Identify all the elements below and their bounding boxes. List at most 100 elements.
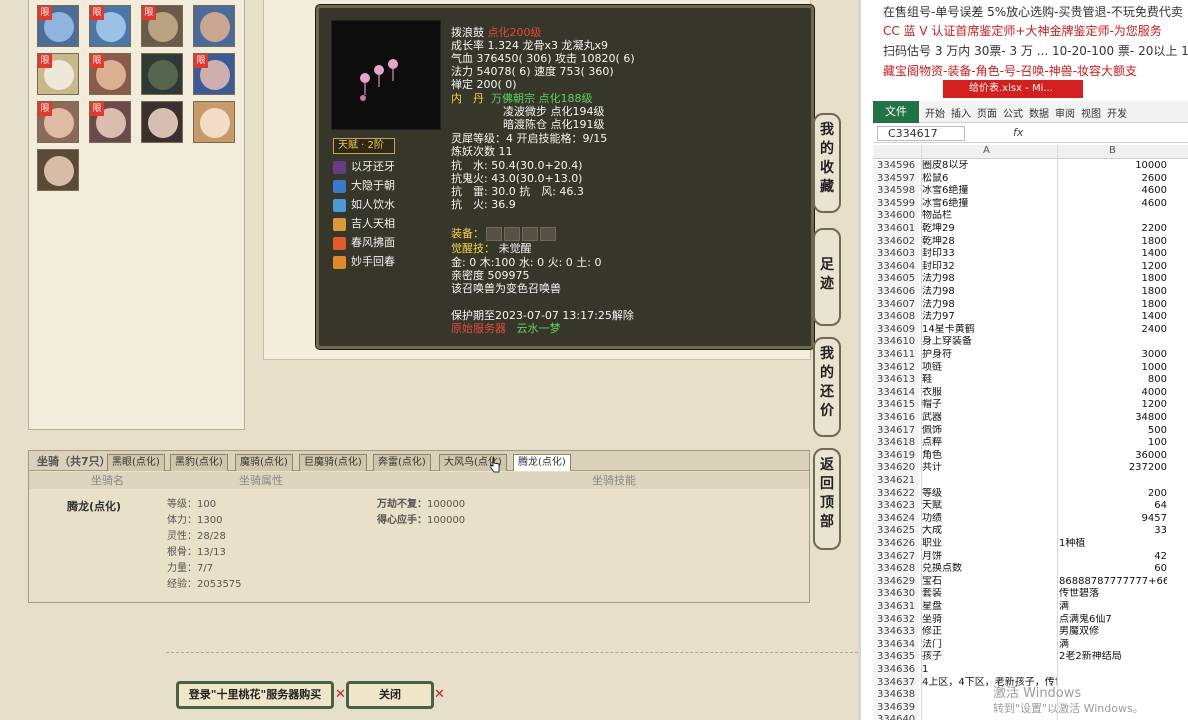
close-icon[interactable]: ✕ bbox=[434, 687, 445, 702]
close-icon[interactable]: ✕ bbox=[335, 687, 346, 702]
row-number[interactable]: 334637 bbox=[873, 676, 919, 690]
cell-a[interactable]: 武器 bbox=[922, 412, 1057, 425]
avatar[interactable] bbox=[193, 5, 235, 47]
cell-a[interactable]: 共计 bbox=[922, 462, 1057, 475]
cell-b[interactable]: 34800 bbox=[1059, 412, 1167, 425]
cell-b[interactable]: 4600 bbox=[1059, 185, 1167, 198]
avatar[interactable] bbox=[141, 101, 183, 143]
row-number[interactable]: 334626 bbox=[873, 538, 919, 551]
cell-b[interactable]: 500 bbox=[1059, 425, 1167, 438]
cell-b[interactable]: 1000 bbox=[1059, 362, 1167, 375]
pet-skill[interactable]: 春风拂面 bbox=[333, 234, 395, 252]
avatar[interactable] bbox=[37, 149, 79, 191]
table-row[interactable]: 334625 大成 33 bbox=[873, 525, 1188, 538]
row-number[interactable]: 334639 bbox=[873, 701, 919, 715]
avatar[interactable]: 限 bbox=[141, 5, 183, 47]
cell-a[interactable]: 法力97 bbox=[922, 311, 1057, 324]
row-number[interactable]: 334630 bbox=[873, 588, 919, 601]
table-row[interactable]: 334630 套装 传世碧落 bbox=[873, 588, 1188, 601]
avatar[interactable]: 限 bbox=[37, 53, 79, 95]
table-row[interactable]: 334598 冰雪6绝撞 4600 bbox=[873, 185, 1188, 198]
table-row[interactable]: 334620 共计 237200 bbox=[873, 462, 1188, 475]
row-number[interactable]: 334640 bbox=[873, 714, 919, 720]
row-number[interactable]: 334628 bbox=[873, 563, 919, 576]
cell-a[interactable]: 大成 bbox=[922, 525, 1057, 538]
table-row[interactable]: 334601 乾坤29 2200 bbox=[873, 223, 1188, 236]
cell-a[interactable]: 星盘 bbox=[922, 601, 1057, 614]
row-number[interactable]: 334633 bbox=[873, 626, 919, 639]
row-number[interactable]: 334607 bbox=[873, 298, 919, 312]
cell-a[interactable]: 孩子 bbox=[922, 651, 1057, 664]
table-row[interactable]: 334604 封印32 1200 bbox=[873, 260, 1188, 274]
row-number[interactable]: 334618 bbox=[873, 437, 919, 450]
row-number[interactable]: 334627 bbox=[873, 550, 919, 564]
row-number[interactable]: 334606 bbox=[873, 286, 919, 299]
cell-a[interactable]: 法力98 bbox=[922, 299, 1057, 312]
table-row[interactable]: 334609 14星卡黄鹤 2400 bbox=[873, 323, 1188, 337]
table-row[interactable]: 334599 冰雪6绝撞 4600 bbox=[873, 197, 1188, 211]
cell-b[interactable]: 10000 bbox=[1059, 160, 1167, 173]
row-number[interactable]: 334619 bbox=[873, 449, 919, 463]
pet-skill[interactable]: 大隐于朝 bbox=[333, 177, 395, 195]
ribbon-tab[interactable]: 页面 bbox=[977, 105, 997, 120]
row-number[interactable]: 334601 bbox=[873, 223, 919, 236]
avatar[interactable]: 限 bbox=[37, 5, 79, 47]
cell-a[interactable]: 法力98 bbox=[922, 273, 1057, 286]
mount-tab-active[interactable]: 腾龙(点化) bbox=[513, 454, 571, 471]
avatar[interactable]: 限 bbox=[193, 53, 235, 95]
table-row[interactable]: 334622 等级 200 bbox=[873, 487, 1188, 501]
row-number[interactable]: 334615 bbox=[873, 399, 919, 412]
cell-a[interactable]: 修正 bbox=[922, 626, 1057, 639]
cell-b[interactable]: 满 bbox=[1059, 639, 1167, 652]
table-row[interactable]: 334617 佩饰 500 bbox=[873, 424, 1188, 438]
table-row[interactable]: 334610 身上穿装备 bbox=[873, 336, 1188, 349]
table-row[interactable]: 334605 法力98 1800 bbox=[873, 273, 1188, 286]
table-row[interactable]: 334616 武器 34800 bbox=[873, 412, 1188, 425]
cell-a[interactable]: 14星卡黄鹤 bbox=[922, 324, 1057, 337]
table-row[interactable]: 334632 坐骑 点满鬼6仙7 bbox=[873, 613, 1188, 627]
row-number[interactable]: 334611 bbox=[873, 349, 919, 362]
cell-a[interactable]: 等级 bbox=[922, 488, 1057, 501]
table-row[interactable]: 334628 兑换点数 60 bbox=[873, 563, 1188, 576]
row-number[interactable]: 334604 bbox=[873, 260, 919, 274]
row-number[interactable]: 334602 bbox=[873, 235, 919, 249]
ribbon-tab[interactable]: 开发 bbox=[1107, 105, 1127, 120]
cell-a[interactable]: 鞋 bbox=[922, 374, 1057, 387]
cell-a[interactable]: 物品栏 bbox=[922, 210, 1057, 223]
cell-b[interactable]: 1800 bbox=[1059, 273, 1167, 286]
cell-b[interactable]: 3000 bbox=[1059, 349, 1167, 362]
fx-icon[interactable]: fx bbox=[1013, 126, 1023, 139]
table-row[interactable]: 334633 修正 男魔双修 bbox=[873, 626, 1188, 639]
cell-a[interactable]: 法门 bbox=[922, 639, 1057, 652]
row-number[interactable]: 334610 bbox=[873, 336, 919, 349]
table-row[interactable]: 334621 bbox=[873, 475, 1188, 488]
cell-a[interactable]: 身上穿装备 bbox=[922, 336, 1057, 349]
cell-a[interactable]: 1 bbox=[922, 664, 1057, 677]
row-number[interactable]: 334625 bbox=[873, 525, 919, 538]
ribbon-tab[interactable]: 数据 bbox=[1029, 105, 1049, 120]
row-number[interactable]: 334596 bbox=[873, 160, 919, 173]
equip-slot[interactable] bbox=[522, 227, 538, 241]
ribbon-tab[interactable]: 开始 bbox=[925, 105, 945, 120]
row-number[interactable]: 334631 bbox=[873, 601, 919, 614]
cell-a[interactable]: 佩饰 bbox=[922, 425, 1057, 438]
cell-b[interactable]: 男魔双修 bbox=[1059, 626, 1167, 639]
cell-a[interactable]: 法力98 bbox=[922, 286, 1057, 299]
mount-tab[interactable]: 黑眼(点化) bbox=[107, 454, 165, 471]
row-number[interactable]: 334638 bbox=[873, 689, 919, 702]
cell-a[interactable]: 冰雪6绝撞 bbox=[922, 198, 1057, 211]
cell-a[interactable]: 套装 bbox=[922, 588, 1057, 601]
table-row[interactable]: 334606 法力98 1800 bbox=[873, 286, 1188, 299]
pet-skill[interactable]: 吉人天相 bbox=[333, 215, 395, 233]
mount-tab[interactable]: 黑豹(点化) bbox=[170, 454, 228, 471]
row-number[interactable]: 334636 bbox=[873, 664, 919, 677]
footprint-tab[interactable]: 足迹 bbox=[813, 228, 841, 326]
cell-b[interactable]: 200 bbox=[1059, 488, 1167, 501]
row-number[interactable]: 334613 bbox=[873, 374, 919, 387]
cell-b[interactable]: 1400 bbox=[1059, 311, 1167, 324]
my-collection-tab[interactable]: 我的收藏 bbox=[813, 113, 841, 213]
cell-b[interactable]: 86888787777777+6666 bbox=[1059, 576, 1167, 589]
equip-slot[interactable] bbox=[486, 227, 502, 241]
cell-b[interactable]: 1800 bbox=[1059, 236, 1167, 249]
row-number[interactable]: 334605 bbox=[873, 273, 919, 286]
